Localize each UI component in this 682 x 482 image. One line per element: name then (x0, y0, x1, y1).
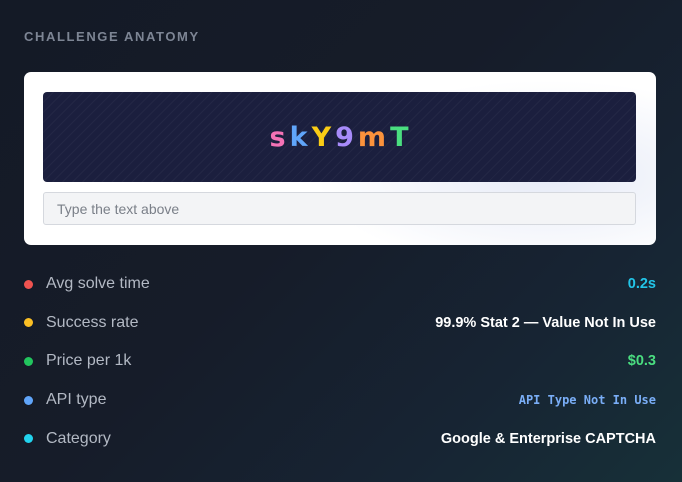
stat-label: Price per 1k (46, 352, 132, 370)
stat-row-price-per-1k: Price per 1k $0.3 (24, 342, 656, 381)
status-dot (24, 279, 33, 289)
captcha-char: s (269, 121, 287, 153)
captcha-image: s k Y 9 m T (43, 92, 636, 182)
status-dot (24, 395, 33, 405)
stat-label: API type (46, 391, 107, 409)
status-dot (24, 434, 33, 444)
stat-label: Avg solve time (46, 275, 150, 293)
stat-row-avg-solve-time: Avg solve time 0.2s (24, 265, 656, 304)
stat-row-api-type: API type API Type Not In Use (24, 381, 656, 420)
stat-row-success-rate: Success rate 99.9% Stat 2 — Value Not In… (24, 304, 656, 343)
captcha-char: T (390, 121, 410, 153)
stat-value: 0.2s (627, 276, 656, 293)
section-title: CHALLENGE ANATOMY (24, 29, 200, 44)
captcha-char: m (357, 121, 388, 153)
captcha-card: s k Y 9 m T (24, 72, 656, 245)
stat-value: 99.9% Stat 2 — Value Not In Use (435, 314, 656, 331)
captcha-text: s k Y 9 m T (270, 122, 410, 153)
stat-value: API Type Not In Use (518, 393, 656, 408)
captcha-char: k (289, 121, 309, 153)
captcha-char: 9 (335, 121, 355, 153)
stat-value: $0.3 (627, 353, 656, 370)
stat-label: Success rate (46, 313, 139, 331)
stat-label: Category (46, 429, 111, 447)
stat-row-category: Category Google & Enterprise CAPTCHA (24, 419, 656, 458)
status-dot (24, 318, 33, 328)
stats-list: Avg solve time 0.2s Success rate 99.9% S… (24, 265, 656, 458)
status-dot (24, 356, 33, 366)
captcha-answer-input[interactable] (43, 192, 636, 225)
captcha-char: Y (311, 121, 333, 153)
stat-value: Google & Enterprise CAPTCHA (440, 430, 656, 447)
